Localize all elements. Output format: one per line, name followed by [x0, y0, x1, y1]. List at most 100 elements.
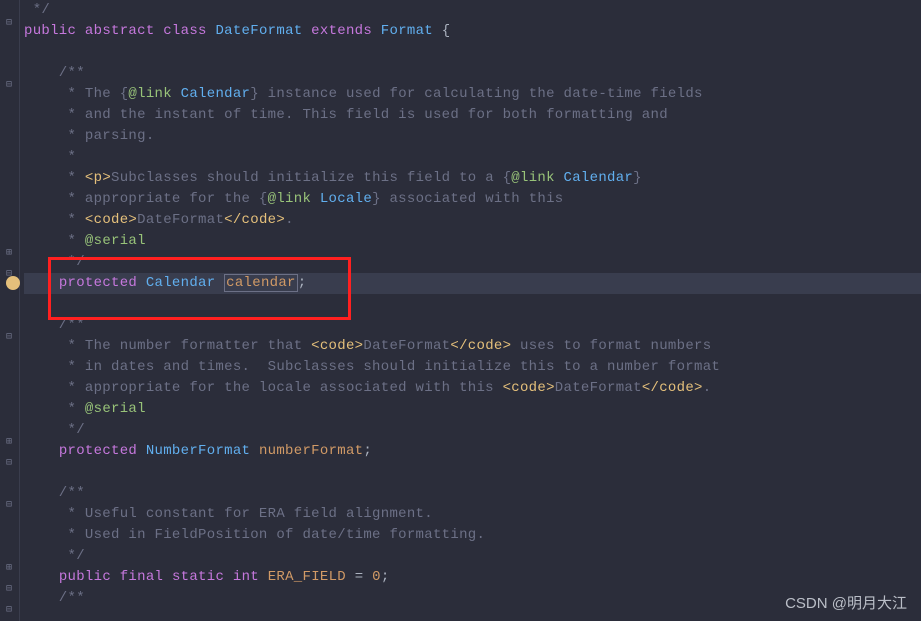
code-token: numberFormat [259, 443, 363, 459]
code-token: @serial [85, 233, 146, 249]
code-line[interactable]: * Useful constant for ERA field alignmen… [24, 504, 921, 525]
code-line[interactable]: * The number formatter that <code>DateFo… [24, 336, 921, 357]
fold-minus-icon[interactable] [3, 18, 15, 30]
code-token: } [633, 170, 642, 186]
fold-minus-icon[interactable] [3, 80, 15, 92]
code-line[interactable]: * in dates and times. Subclasses should … [24, 357, 921, 378]
code-line[interactable]: /** [24, 63, 921, 84]
code-token: */ [24, 2, 50, 18]
code-line[interactable]: */ [24, 0, 921, 21]
code-token: final [120, 569, 172, 585]
code-token: */ [24, 548, 85, 564]
code-line[interactable]: */ [24, 546, 921, 567]
code-line[interactable]: public final static int ERA_FIELD = 0; [24, 567, 921, 588]
code-token: /** [24, 317, 85, 333]
code-token: * The number formatter that [24, 338, 311, 354]
code-token: class [163, 23, 215, 39]
code-line[interactable]: * appropriate for the locale associated … [24, 378, 921, 399]
code-line[interactable]: * <p>Subclasses should initialize this f… [24, 168, 921, 189]
code-token: /** [24, 590, 85, 606]
fold-minus-icon[interactable] [3, 458, 15, 470]
code-line[interactable]: public abstract class DateFormat extends… [24, 21, 921, 42]
code-token: DateFormat [215, 23, 311, 39]
code-token: * parsing. [24, 128, 155, 144]
code-token: @link [511, 170, 563, 186]
code-line[interactable]: * @serial [24, 399, 921, 420]
code-token: ; [298, 275, 307, 291]
code-line[interactable]: * [24, 147, 921, 168]
code-token [24, 569, 59, 585]
code-token: { [442, 23, 451, 39]
code-line[interactable]: * appropriate for the {@link Locale} ass… [24, 189, 921, 210]
code-token [24, 275, 59, 291]
fold-plus-icon[interactable] [3, 248, 15, 260]
code-token: <code> [85, 212, 137, 228]
code-line[interactable]: /** [24, 315, 921, 336]
code-line[interactable]: protected NumberFormat numberFormat; [24, 441, 921, 462]
code-token: ; [363, 443, 372, 459]
code-token: 0 [372, 569, 381, 585]
fold-minus-icon[interactable] [3, 605, 15, 617]
code-line[interactable]: * @serial [24, 231, 921, 252]
code-line[interactable]: /** [24, 483, 921, 504]
code-token: calendar [224, 274, 298, 292]
code-token: * [24, 233, 85, 249]
code-line[interactable]: */ [24, 420, 921, 441]
fold-minus-icon[interactable] [3, 500, 15, 512]
code-token: Calendar [146, 275, 224, 291]
code-token: * in dates and times. Subclasses should … [24, 359, 720, 375]
code-token: Calendar [564, 170, 634, 186]
code-line[interactable] [24, 294, 921, 315]
code-token: * The { [24, 86, 128, 102]
code-token: * [24, 170, 85, 186]
code-line[interactable]: * Used in FieldPosition of date/time for… [24, 525, 921, 546]
code-token: * appropriate for the { [24, 191, 268, 207]
code-token: @serial [85, 401, 146, 417]
code-token: protected [59, 443, 146, 459]
code-line[interactable]: * and the instant of time. This field is… [24, 105, 921, 126]
code-token: */ [24, 422, 85, 438]
code-token: <code> [503, 380, 555, 396]
code-line[interactable]: * The {@link Calendar} instance used for… [24, 84, 921, 105]
code-token: */ [24, 254, 85, 270]
code-token: static [172, 569, 233, 585]
code-token: </code> [450, 338, 511, 354]
code-token: * appropriate for the locale associated … [24, 380, 503, 396]
code-token: int [233, 569, 268, 585]
code-token: uses to format numbers [511, 338, 711, 354]
code-token: Locale [320, 191, 372, 207]
code-token: * Useful constant for ERA field alignmen… [24, 506, 433, 522]
code-line[interactable]: protected Calendar calendar; [24, 273, 921, 294]
code-line[interactable]: * parsing. [24, 126, 921, 147]
code-line[interactable]: * <code>DateFormat</code>. [24, 210, 921, 231]
code-token: public [59, 569, 120, 585]
code-token: @link [128, 86, 180, 102]
code-token: * [24, 149, 76, 165]
code-token: extends [311, 23, 381, 39]
code-token: } associated with this [372, 191, 563, 207]
code-token: ERA_FIELD [268, 569, 355, 585]
code-token: . [285, 212, 294, 228]
code-token [24, 443, 59, 459]
code-token: ; [381, 569, 390, 585]
gutter[interactable] [0, 0, 20, 621]
code-token: </code> [224, 212, 285, 228]
code-line[interactable]: */ [24, 252, 921, 273]
fold-minus-icon[interactable] [3, 584, 15, 596]
code-token: NumberFormat [146, 443, 259, 459]
fold-minus-icon[interactable] [3, 332, 15, 344]
fold-plus-icon[interactable] [3, 437, 15, 449]
code-token: DateFormat [555, 380, 642, 396]
code-editor: */ public abstract class DateFormat exten… [0, 0, 921, 621]
code-area[interactable]: */ public abstract class DateFormat exten… [20, 0, 921, 621]
code-token: DateFormat [363, 338, 450, 354]
code-line[interactable] [24, 42, 921, 63]
code-token: </code> [642, 380, 703, 396]
warning-icon[interactable] [6, 276, 20, 290]
code-line[interactable] [24, 462, 921, 483]
code-token: * Used in FieldPosition of date/time for… [24, 527, 485, 543]
code-token: public [24, 23, 85, 39]
watermark: CSDN @明月大江 [785, 592, 907, 613]
fold-plus-icon[interactable] [3, 563, 15, 575]
code-token: DateFormat [137, 212, 224, 228]
